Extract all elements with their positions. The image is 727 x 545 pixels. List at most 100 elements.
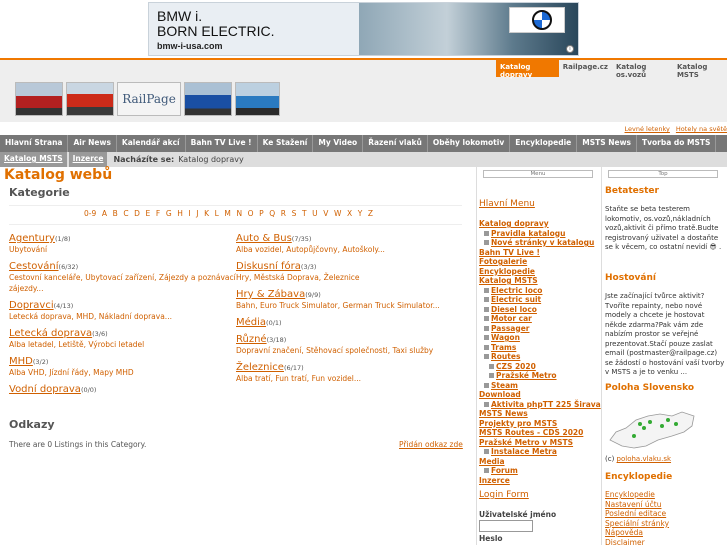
alphabet-letter-m[interactable]: M [224,209,230,218]
menu-item[interactable]: Fotogalerie [479,257,599,267]
category-link[interactable]: MHD [9,356,33,367]
alphabet-letter-v[interactable]: V [323,209,328,218]
menu-item[interactable]: Trams [479,343,599,353]
alphabet-letter-a[interactable]: A [102,209,107,218]
menu-item[interactable]: CZS 2020 [479,362,599,372]
subcategory-links[interactable]: Hry, Městská Doprava, Železnice [236,272,466,283]
alphabet-letter-i[interactable]: I [188,209,190,218]
menu-item[interactable]: Download [479,390,599,400]
nav-hlavni-strana[interactable]: Hlavní Strana [0,135,69,152]
top-nav-katalog-msts[interactable]: Katalog MSTS [673,60,727,79]
menu-item[interactable]: Wagon [479,333,599,343]
top-nav-railpage[interactable]: Railpage.cz [559,60,612,77]
encyklopedie-link[interactable]: Encyklopedie [605,490,669,500]
link-hotely[interactable]: Hotely na světě [676,125,727,133]
menu-item[interactable]: Aktivita phpTT 225 Širava [479,400,601,410]
encyklopedie-link[interactable]: Disclaimer [605,538,669,545]
alphabet-letter-n[interactable]: N [236,209,242,218]
category-link[interactable]: Dopravci [9,300,54,311]
poloha-credit-link[interactable]: poloha.vlaku.sk [617,455,671,463]
category-link[interactable]: Různé [236,334,267,345]
alphabet-letter-x[interactable]: X [347,209,352,218]
alphabet-letter-j[interactable]: J [196,209,198,218]
login-form-heading[interactable]: Login Form [479,490,529,500]
category-link[interactable]: Hry & Zábava [236,289,305,300]
menu-item[interactable]: Katalog MSTS [479,276,599,286]
subcategory-links[interactable]: Alba letadel, Letiště, Výrobci letadel [9,339,239,350]
category-link[interactable]: Agentury [9,233,55,244]
alphabet-letter-l[interactable]: L [215,209,219,218]
alphabet-letter-0-9[interactable]: 0-9 [84,209,96,218]
alphabet-letter-c[interactable]: C [123,209,128,218]
menu-item[interactable]: Nové stránky v katalogu [479,238,599,248]
encyklopedie-link[interactable]: Nastavení účtu [605,500,669,510]
alphabet-letter-s[interactable]: S [292,209,297,218]
alphabet-letter-t[interactable]: T [302,209,307,218]
nav-obehy-lokomotiv[interactable]: Oběhy lokomotiv [428,135,511,152]
subcategory-links[interactable]: Ubytování [9,244,239,255]
category-link[interactable]: Vodní doprava [9,384,81,395]
menu-item[interactable]: MSTS News [479,409,599,419]
alphabet-letter-o[interactable]: O [248,209,254,218]
subcategory-links[interactable]: Alba vozidel, Autopůjčovny, Autoškoly... [236,244,466,255]
nav-bahn-tv[interactable]: Bahn TV Live ! [186,135,258,152]
subcategory-links[interactable]: Alba tratí, Fun tratí, Fun vozidel... [236,373,466,384]
nav-ke-stazeni[interactable]: Ke Stažení [258,135,314,152]
alphabet-letter-w[interactable]: W [334,209,341,218]
site-logo[interactable]: RailPage [15,82,291,116]
link-levne-letenky[interactable]: Levné letenky [625,125,670,133]
menu-item[interactable]: Electric suit [479,295,599,305]
subcategory-links[interactable]: Dopravní značení, Stěhovací společnosti,… [236,345,466,356]
menu-item[interactable]: Projekty pro MSTS [479,419,599,429]
nav-kalendar-akci[interactable]: Kalendář akcí [117,135,186,152]
alphabet-letter-g[interactable]: G [166,209,172,218]
encyklopedie-link[interactable]: Speciální stránky [605,519,669,529]
subcategory-links[interactable]: Cestovní kanceláře, Ubytovací zařízení, … [9,272,239,294]
slovakia-map[interactable] [606,406,698,454]
alphabet-letter-u[interactable]: U [312,209,318,218]
category-link[interactable]: Letecká doprava [9,328,92,339]
subcategory-links[interactable]: Alba VHD, Jízdní řády, Mapy MHD [9,367,239,378]
alphabet-letter-d[interactable]: D [134,209,140,218]
alphabet-letter-r[interactable]: R [281,209,286,218]
username-input[interactable] [479,520,533,532]
menu-item[interactable]: Electric loco [479,286,599,296]
menu-item[interactable]: Pravidla katalogu [479,229,599,239]
category-link[interactable]: Média [236,317,266,328]
alphabet-letter-h[interactable]: H [177,209,183,218]
menu-item[interactable]: Diesel loco [479,305,599,315]
subcategory-links[interactable]: Bahn, Euro Truck Simulator, German Truck… [236,300,466,311]
menu-item[interactable]: Routes [479,352,599,362]
nav-air-news[interactable]: Air News [68,135,117,152]
main-menu-heading[interactable]: Hlavní Menu [479,199,535,209]
top-nav-katalog-dopravy[interactable]: Katalog dopravy [496,60,559,79]
alphabet-letter-q[interactable]: Q [269,209,275,218]
category-link[interactable]: Diskusní fóra [236,261,301,272]
menu-item[interactable]: Media [479,457,599,467]
alphabet-letter-p[interactable]: P [259,209,264,218]
nav-tvorba-msts[interactable]: Tvorba do MSTS [637,135,717,152]
category-link[interactable]: Železnice [236,362,284,373]
menu-item[interactable]: Inzerce [479,476,599,486]
menu-item[interactable]: Instalace Metra [479,447,599,457]
add-link-button[interactable]: Přidán odkaz zde [399,440,463,449]
menu-item[interactable]: Forum [479,466,599,476]
subcategory-links[interactable]: Letecká doprava, MHD, Nákladní doprava..… [9,311,239,322]
menu-item[interactable]: Katalog dopravy [479,219,599,229]
menu-item[interactable]: Passager [479,324,599,334]
menu-item[interactable]: Pražské Metro v MSTS [479,438,599,448]
nav-encyklopedie[interactable]: Encyklopedie [510,135,578,152]
nav-razeni-vlaku[interactable]: Řazení vlaků [363,135,428,152]
menu-item[interactable]: Steam [479,381,599,391]
alphabet-letter-k[interactable]: K [204,209,209,218]
menu-item[interactable]: Pražské Metro [479,371,599,381]
top-nav-katalog-os-vozu[interactable]: Katalog os.vozů [612,60,673,79]
menu-item[interactable]: Motor car [479,314,599,324]
encyklopedie-link[interactable]: Nápověda [605,528,669,538]
category-link[interactable]: Cestování [9,261,59,272]
menu-item[interactable]: Encyklopedie [479,267,599,277]
subnav-katalog-msts[interactable]: Katalog MSTS [0,152,67,167]
alphabet-letter-z[interactable]: Z [368,209,373,218]
alphabet-letter-y[interactable]: Y [358,209,363,218]
menu-item[interactable]: Bahn TV Live ! [479,248,599,258]
